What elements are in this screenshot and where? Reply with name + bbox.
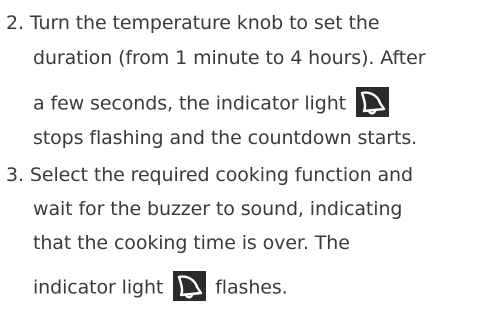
step-3-text-line-2: wait for the buzzer to sound, indicating <box>33 198 403 220</box>
step-2-line-3: a few seconds, the indicator light <box>33 87 392 117</box>
step-3-number: 3. <box>6 164 24 186</box>
step-3-text-line-5: flashes. <box>215 276 288 299</box>
step-2-text-line-2: duration (from 1 minute to 4 hours). Aft… <box>33 47 426 69</box>
step-2-text-line-4: stops flashing and the countdown starts. <box>33 127 418 149</box>
instruction-page: 2. Turn the temperature knob to set the … <box>0 0 478 315</box>
step-2-number: 2. <box>6 12 24 34</box>
step-3-text-line-1: Select the required cooking function and <box>29 164 413 186</box>
step-3-text-line-4: indicator light <box>33 276 164 299</box>
step-3-line-1: 3. Select the required cooking function … <box>6 163 413 187</box>
step-3-text-line-3: that the cooking time is over. The <box>33 232 350 254</box>
step-2-text-line-1: Turn the temperature knob to set the <box>29 12 380 34</box>
step-3-line-4: indicator light flashes. <box>33 271 288 301</box>
bell-icon <box>173 271 207 301</box>
step-2-text-line-3: a few seconds, the indicator light <box>33 92 346 115</box>
bell-icon <box>355 87 389 117</box>
step-2-line-1: 2. Turn the temperature knob to set the <box>6 11 380 35</box>
